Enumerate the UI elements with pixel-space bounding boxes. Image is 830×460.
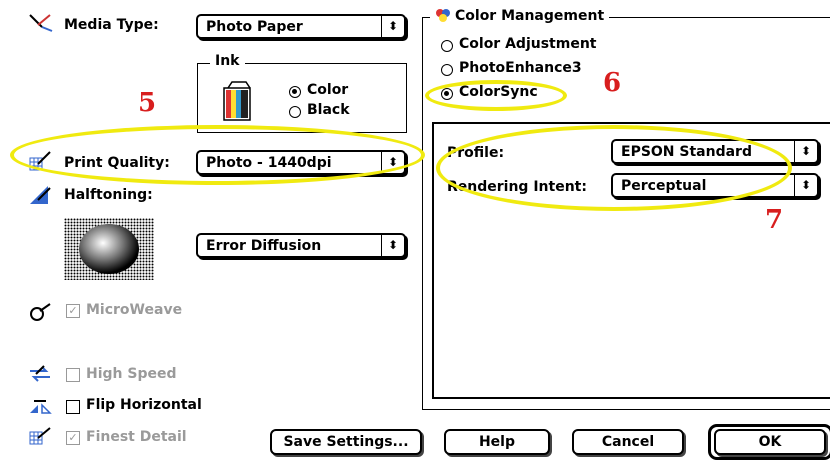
media-type-icon [29, 14, 53, 32]
flip-horizontal-checkbox[interactable] [66, 400, 80, 414]
color-adjustment-radio[interactable] [441, 40, 453, 52]
cancel-button[interactable]: Cancel [572, 429, 684, 455]
callout-ellipse-profile-intent [436, 125, 792, 211]
callout-number-7: 7 [765, 205, 784, 235]
chevron-up-down-icon: ⬍ [381, 235, 404, 256]
microweave-icon [30, 303, 51, 321]
callout-number-6: 6 [603, 68, 622, 98]
ink-cartridge-icon [223, 81, 251, 121]
photoenhance3-label: PhotoEnhance3 [459, 60, 582, 76]
high-speed-checkbox[interactable] [66, 368, 80, 382]
halftone-sphere-image [64, 218, 154, 280]
halftoning-label: Halftoning: [64, 187, 153, 203]
microweave-label: MicroWeave [86, 302, 183, 318]
high-speed-label: High Speed [86, 366, 177, 382]
color-adjustment-label: Color Adjustment [459, 36, 597, 52]
finest-detail-icon [29, 427, 51, 445]
halftoning-value: Error Diffusion [206, 238, 322, 254]
media-type-label: Media Type: [64, 17, 159, 33]
color-management-title-text: Color Management [455, 8, 605, 24]
color-management-icon [436, 9, 450, 22]
chevron-up-down-icon: ⬍ [794, 175, 817, 196]
photoenhance3-radio[interactable] [441, 64, 453, 76]
halftoning-icon [30, 186, 51, 204]
media-type-select[interactable]: Photo Paper ⬍ [196, 14, 406, 39]
flip-horizontal-icon [30, 400, 52, 414]
high-speed-icon [30, 365, 50, 382]
callout-number-5: 5 [138, 88, 157, 118]
color-management-title: Color Management [430, 8, 610, 24]
ink-color-label: Color [307, 82, 349, 98]
callout-ellipse-print-quality [10, 125, 425, 185]
finest-detail-label: Finest Detail [86, 429, 187, 445]
help-button[interactable]: Help [444, 429, 550, 455]
microweave-checkbox[interactable]: ✓ [66, 304, 80, 318]
ink-black-radio[interactable] [289, 106, 301, 118]
callout-ellipse-colorsync [425, 80, 567, 111]
ok-button[interactable]: OK [714, 429, 826, 455]
ink-title: Ink [210, 53, 245, 69]
flip-horizontal-label: Flip Horizontal [86, 397, 202, 413]
halftoning-select[interactable]: Error Diffusion ⬍ [196, 233, 406, 258]
save-settings-button[interactable]: Save Settings... [270, 429, 422, 455]
media-type-value: Photo Paper [206, 19, 303, 35]
chevron-up-down-icon: ⬍ [794, 141, 817, 162]
chevron-up-down-icon: ⬍ [381, 16, 404, 37]
ink-black-label: Black [307, 102, 350, 118]
ink-color-radio[interactable] [289, 86, 301, 98]
finest-detail-checkbox[interactable]: ✓ [66, 431, 80, 445]
